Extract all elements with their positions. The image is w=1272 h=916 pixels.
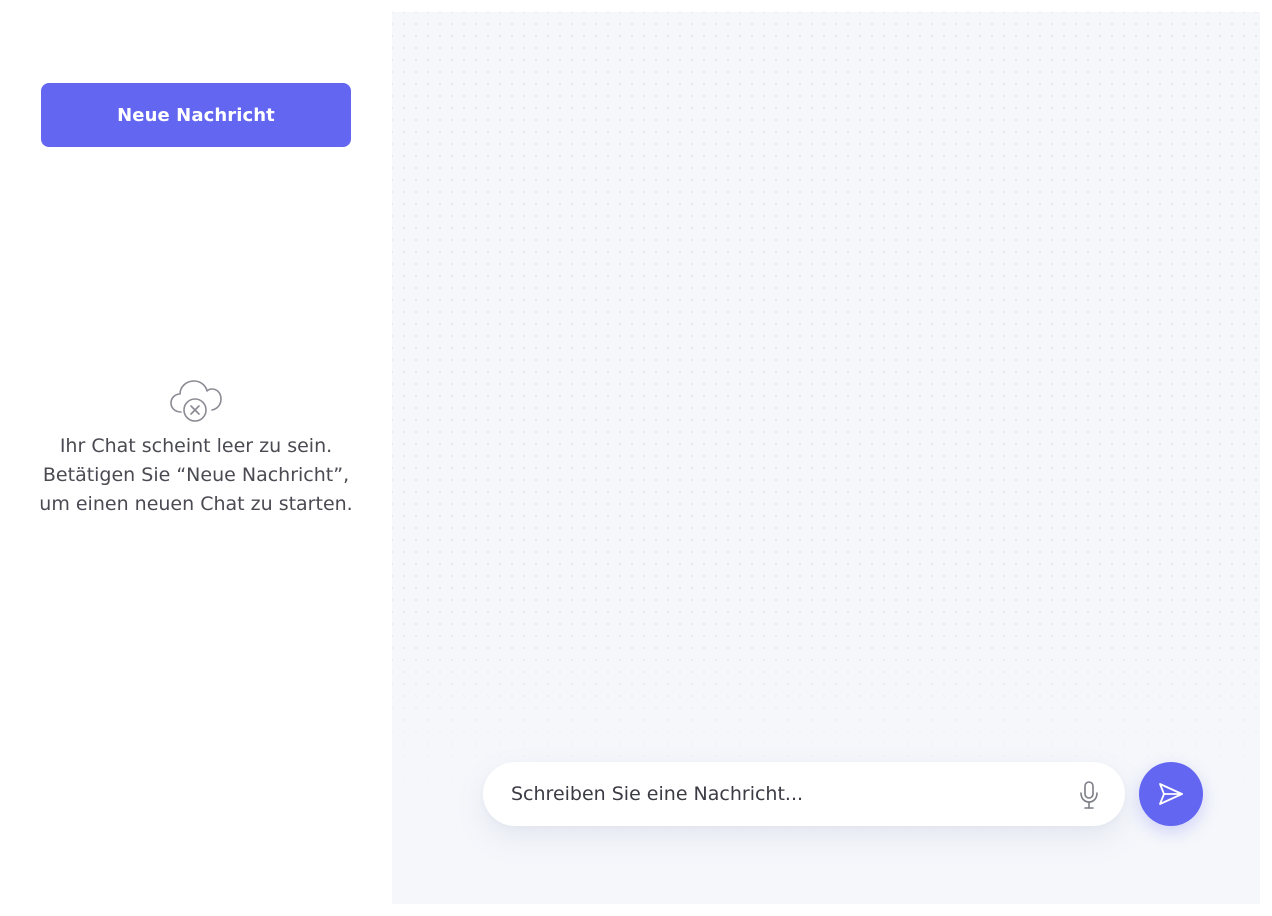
send-icon [1156, 779, 1186, 809]
chat-app: Neue Nachricht Ihr Chat scheint leer zu … [0, 0, 1272, 916]
chat-panel [392, 12, 1260, 904]
message-input[interactable] [511, 762, 1051, 826]
microphone-icon[interactable] [1075, 780, 1103, 810]
chat-panel-fade [392, 604, 1260, 904]
empty-state-message: Ihr Chat scheint leer zu sein. Betätigen… [0, 432, 392, 519]
empty-state-line: um einen neuen Chat zu starten. [39, 493, 353, 515]
empty-state: Ihr Chat scheint leer zu sein. Betätigen… [0, 376, 392, 519]
cloud-off-icon [168, 376, 224, 424]
new-message-button[interactable]: Neue Nachricht [41, 83, 351, 147]
send-button[interactable] [1139, 762, 1203, 826]
message-composer [483, 762, 1125, 826]
empty-state-line: Betätigen Sie “Neue Nachricht”, [42, 464, 350, 486]
sidebar: Neue Nachricht Ihr Chat scheint leer zu … [0, 0, 392, 916]
empty-state-line: Ihr Chat scheint leer zu sein. [59, 435, 333, 457]
